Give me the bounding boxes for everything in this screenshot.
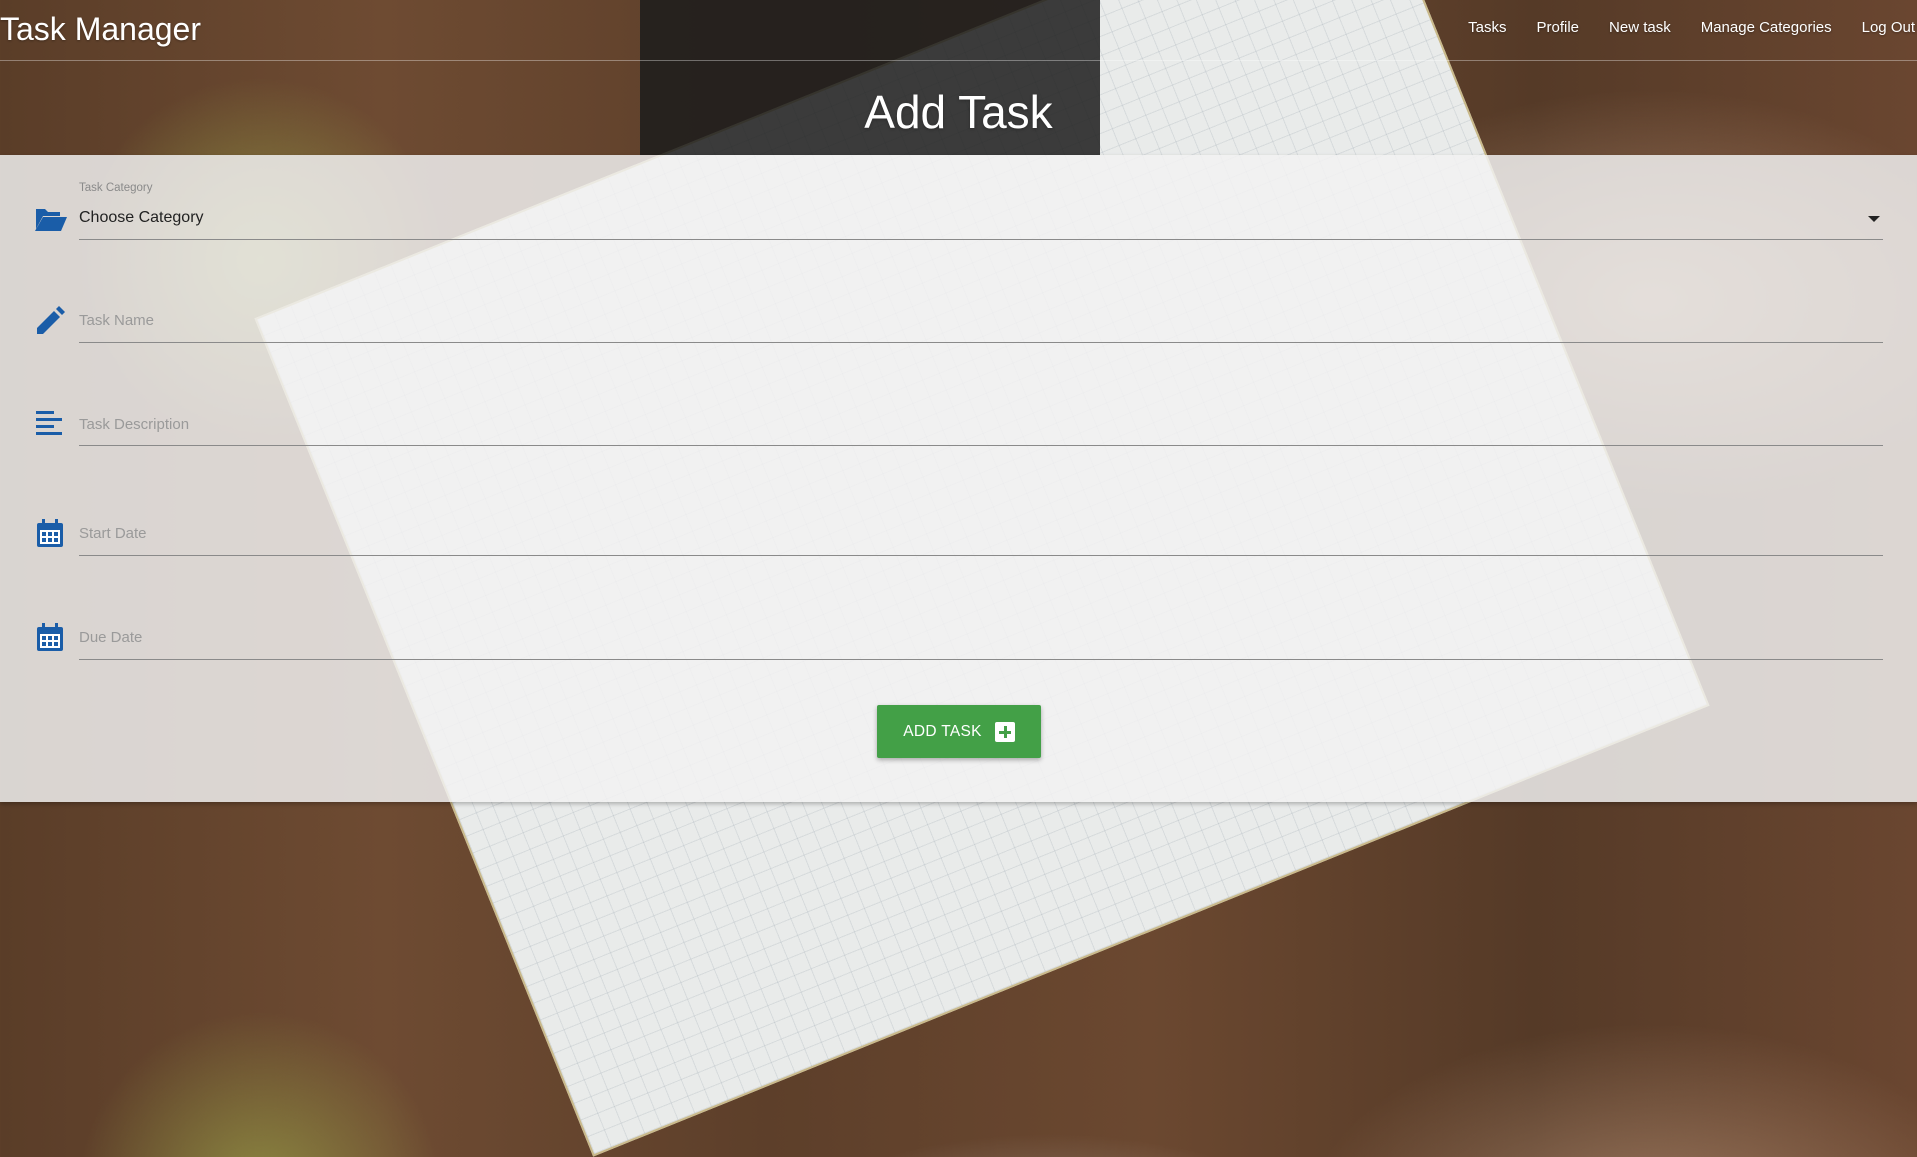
brand-logo[interactable]: Task Manager	[0, 11, 201, 48]
category-value[interactable]: Choose Category	[79, 209, 204, 227]
task-name-underline	[79, 342, 1883, 343]
task-name-input[interactable]: Task Name	[79, 312, 154, 329]
pencil-icon	[34, 304, 66, 336]
plus-square-icon	[994, 721, 1015, 742]
chevron-down-icon[interactable]	[1868, 216, 1880, 222]
start-date-underline	[79, 555, 1883, 556]
nav-links: Tasks Profile New task Manage Categories…	[1468, 19, 1917, 36]
nav-link-manage-categories[interactable]: Manage Categories	[1701, 19, 1832, 36]
add-task-button-label: ADD TASK	[903, 722, 982, 740]
folder-open-icon	[34, 203, 67, 235]
navbar: Task Manager Tasks Profile New task Mana…	[0, 0, 1917, 61]
nav-link-new-task[interactable]: New task	[1609, 19, 1671, 36]
calendar-icon	[34, 517, 66, 549]
calendar-icon	[34, 621, 66, 653]
category-underline	[79, 239, 1883, 240]
align-left-icon	[34, 407, 66, 439]
nav-link-tasks[interactable]: Tasks	[1468, 19, 1506, 36]
task-description-underline	[79, 445, 1883, 446]
nav-link-profile[interactable]: Profile	[1536, 19, 1579, 36]
due-date-underline	[79, 659, 1883, 660]
start-date-input[interactable]: Start Date	[79, 525, 147, 542]
nav-link-log-out[interactable]: Log Out	[1862, 19, 1915, 36]
page-title: Add Task	[864, 86, 1053, 138]
due-date-input[interactable]: Due Date	[79, 629, 142, 646]
task-description-input[interactable]: Task Description	[79, 416, 189, 433]
add-task-button[interactable]: ADD TASK	[877, 705, 1041, 758]
category-label: Task Category	[79, 182, 153, 194]
